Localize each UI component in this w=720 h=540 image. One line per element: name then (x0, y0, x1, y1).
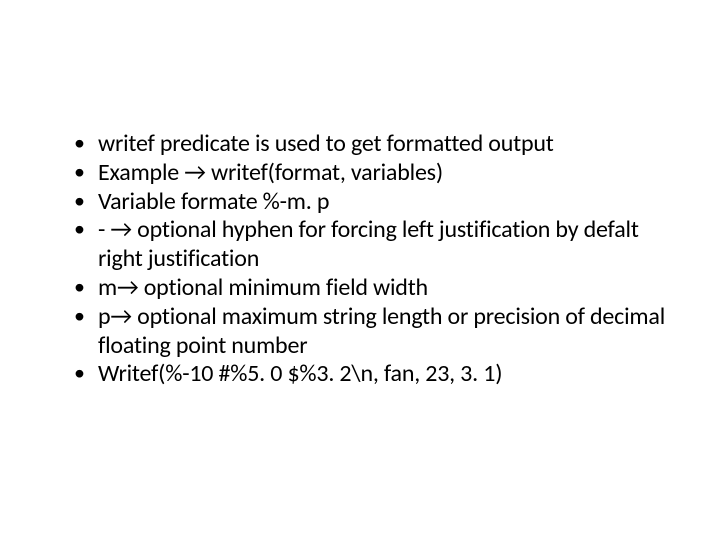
list-item: m→ optional minimum field width (80, 274, 670, 303)
list-item: writef predicate is used to get formatte… (80, 130, 670, 159)
list-item: Variable formate %-m. p (80, 188, 670, 217)
list-item: - → optional hyphen for forcing left jus… (80, 216, 670, 274)
list-item: Example → writef(format, variables) (80, 159, 670, 188)
list-item: Writef(%-10 #%5. 0 $%3. 2\n, fan, 23, 3.… (80, 360, 670, 389)
slide: writef predicate is used to get formatte… (0, 0, 720, 540)
list-item: p→ optional maximum string length or pre… (80, 303, 670, 361)
bullet-list: writef predicate is used to get formatte… (50, 130, 670, 389)
